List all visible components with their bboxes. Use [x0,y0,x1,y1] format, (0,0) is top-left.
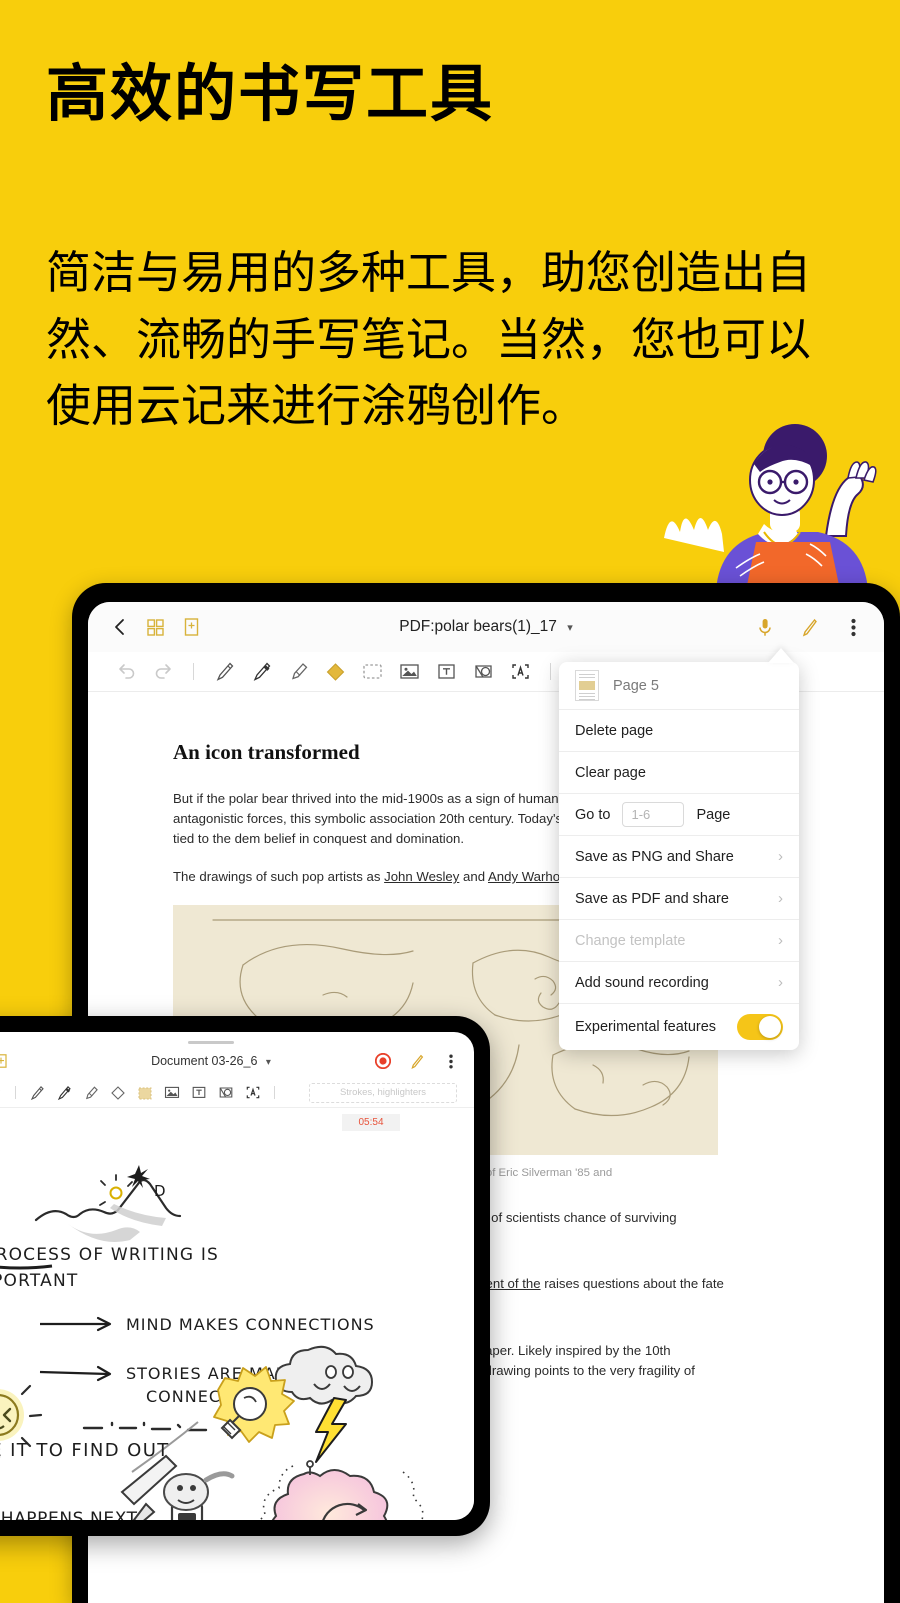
shape-icon[interactable] [471,660,495,684]
menu-item-label: Add sound recording [575,974,709,991]
toolbar-divider [193,663,194,680]
chevron-right-icon: › [778,974,783,991]
fountain-pen-icon[interactable] [249,660,273,684]
experimental-features-toggle[interactable] [737,1014,783,1040]
highlighter-icon[interactable] [286,660,310,684]
page-thumbnail-icon [575,670,599,701]
page-options-menu: Page 5 Delete page Clear page Go to 1-6 … [559,662,799,1050]
highlighter-icon[interactable] [82,1084,100,1102]
goto-suffix-label: Page [696,806,731,823]
menu-item-label: Change template [575,932,686,949]
link-john-wesley[interactable]: John Wesley [384,869,459,884]
menu-item-page-thumbnail[interactable]: Page 5 [559,662,799,710]
menu-item-add-sound-recording[interactable]: Add sound recording › [559,962,799,1004]
undo-icon[interactable] [114,660,138,684]
svg-text:D: D [154,1182,166,1200]
p2-pre: The drawings of such pop artists as [173,869,385,885]
chevron-right-icon: › [778,890,783,907]
page-title: 高效的书写工具 [46,57,495,130]
note-document-title: Document 03-26_6 [151,1054,258,1068]
pdf-app-header: PDF:polar bears(1)_17 ▾ [88,602,884,652]
note-tablet-screen: Document 03-26_6 ▾ Strokes, highlighters… [0,1032,474,1520]
chevron-right-icon: › [778,848,783,865]
note-header-actions [374,1052,460,1070]
bookmark-icon[interactable] [178,614,204,640]
recording-timer: 05:54 [342,1114,400,1131]
chevron-down-icon: ▾ [265,1057,271,1068]
image-icon[interactable] [163,1084,181,1102]
dash-dot-divider [82,1421,208,1432]
menu-item-label: Clear page [575,764,646,781]
note-canvas[interactable]: D THE PROCESS OF WRITING IS IMPORTANT MI… [0,1132,474,1520]
eraser-icon[interactable] [323,660,347,684]
goto-page-input[interactable]: 1-6 [622,802,685,827]
chevron-left-icon[interactable] [106,614,132,640]
lasso-select-icon[interactable] [360,660,384,684]
menu-item-save-png[interactable]: Save as PNG and Share › [559,836,799,878]
pdf-document-title: PDF:polar bears(1)_17 [399,618,557,635]
menu-item-label: Delete page [575,722,654,739]
note-app-header: Document 03-26_6 ▾ [0,1044,474,1078]
note-tool-toolbar: Strokes, highlighters [0,1078,474,1108]
pen-tool-icon[interactable] [28,1084,46,1102]
menu-item-label: Save as PDF and share [575,890,729,907]
menu-item-label: Save as PNG and Share [575,848,734,865]
menu-item-delete-page[interactable]: Delete page [559,710,799,752]
page-grid-icon[interactable] [142,614,168,640]
menu-item-label: Experimental features [575,1019,717,1035]
hw-line-7: WRITE IT TO FIND OUT [0,1440,170,1461]
illustration-woman-laptop [630,418,900,592]
pen-icon[interactable] [408,1052,426,1070]
menu-item-change-template: Change template › [559,920,799,962]
menu-item-save-pdf[interactable]: Save as PDF and share › [559,878,799,920]
chevron-right-icon: › [778,932,783,949]
text-box-icon[interactable] [190,1084,208,1102]
redo-icon[interactable] [151,660,175,684]
page-subtitle: 简洁与易用的多种工具，助您创造出自然、流畅的手写笔记。当然，您也可以使用云记来进… [46,246,812,433]
menu-item-go-to-page[interactable]: Go to 1-6 Page [559,794,799,836]
hw-line-1: THE PROCESS OF WRITING IS [0,1245,219,1265]
color-swatch-icon[interactable] [136,1084,154,1102]
note-tablet-device: Document 03-26_6 ▾ Strokes, highlighters… [0,1016,490,1536]
face-doodle-bottom [163,1471,235,1511]
text-box-icon[interactable] [434,660,458,684]
chevron-down-icon: ▾ [567,622,573,634]
more-vertical-icon[interactable] [840,614,866,640]
image-icon[interactable] [397,660,421,684]
link-andy-warhol[interactable]: Andy Warhol [488,869,563,884]
hw-line-3: MIND MAKES CONNECTIONS [126,1315,375,1334]
note-toolbar-divider-2 [274,1086,275,1099]
ocr-icon[interactable] [244,1084,262,1102]
note-toolbar-divider [15,1086,16,1099]
goto-prefix-label: Go to [575,806,611,823]
menu-item-experimental-features[interactable]: Experimental features [559,1004,799,1050]
pen-icon[interactable] [796,614,822,640]
eraser-icon[interactable] [109,1084,127,1102]
strokes-highlighters-hint[interactable]: Strokes, highlighters [309,1082,457,1103]
shape-icon[interactable] [217,1084,235,1102]
hw-line-2: IMPORTANT [0,1271,78,1291]
menu-page-label: Page 5 [613,677,659,694]
mountain-sunrise-doodle: D [34,1165,182,1242]
more-vertical-icon[interactable] [442,1052,460,1070]
record-stop-icon[interactable] [374,1052,392,1070]
menu-caret [768,648,794,663]
p2-mid: and [459,869,488,885]
toolbar-divider-2 [550,663,551,680]
cloud-face-doodle [274,1345,374,1405]
menu-item-clear-page[interactable]: Clear page [559,752,799,794]
fountain-pen-icon[interactable] [55,1084,73,1102]
pen-tool-icon[interactable] [212,660,236,684]
pdf-header-actions [752,614,866,640]
redo-icon[interactable] [0,1084,3,1102]
microphone-icon[interactable] [752,614,778,640]
ocr-icon[interactable] [508,660,532,684]
